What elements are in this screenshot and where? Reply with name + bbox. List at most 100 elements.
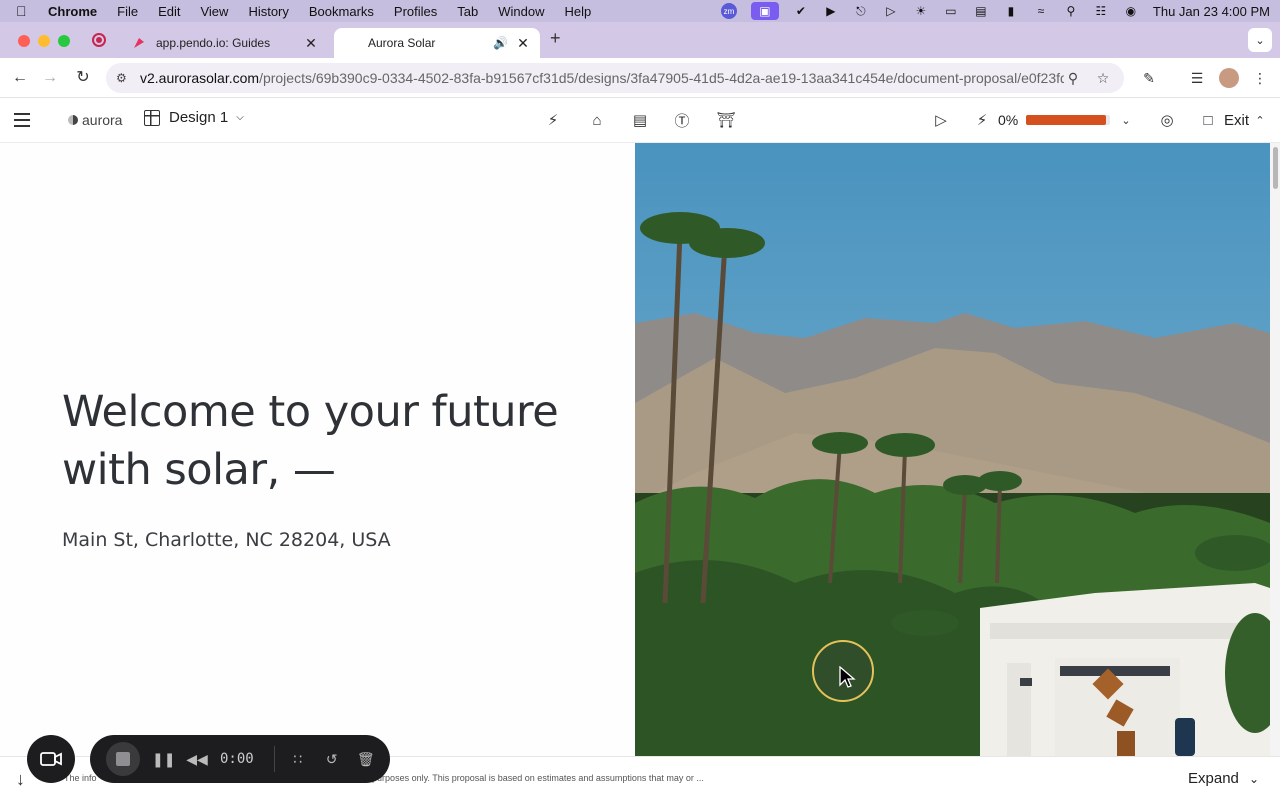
audio-playing-icon[interactable]: 🔊 — [493, 36, 508, 50]
progress-bar-fill — [1026, 115, 1106, 125]
zoom-icon[interactable]: zm — [720, 3, 737, 19]
menu-tab[interactable]: Tab — [457, 4, 478, 19]
minimize-window-button[interactable] — [38, 35, 50, 47]
tab-aurora-solar[interactable]: Aurora Solar 🔊 ✕ — [334, 28, 540, 58]
recording-timer: 0:00 — [220, 751, 254, 767]
apple-icon[interactable]:  — [16, 3, 34, 19]
recording-indicator-icon — [92, 33, 106, 47]
tab-title: app.pendo.io: Guides — [156, 36, 271, 50]
zoom-magnifier-icon[interactable]: ⚲ — [1064, 70, 1082, 87]
exit-button[interactable]: Exit — [1224, 112, 1249, 129]
stop-recording-button[interactable] — [106, 742, 140, 776]
chevron-up-icon[interactable]: ⌃ — [1250, 110, 1270, 130]
clipboard-icon[interactable]: ▤ — [630, 110, 650, 130]
profile-avatar[interactable] — [1219, 68, 1239, 88]
zoom-window-button[interactable] — [58, 35, 70, 47]
home-icon[interactable]: ⌂ — [587, 110, 607, 130]
url-path: /projects/69b390c9-0334-4502-83fa-b91567… — [259, 70, 1064, 86]
kebab-menu-icon[interactable]: ⋮ — [1250, 68, 1270, 88]
design-label: Design 1 — [169, 109, 229, 126]
plug-icon[interactable]: ⚡ — [543, 110, 563, 130]
address-bar[interactable]: ⚙ v2.aurorasolar.com/projects/69b390c9-0… — [106, 63, 1124, 93]
trash-icon[interactable]: 🗑 — [355, 751, 377, 768]
bank-icon[interactable]: ⛩ — [716, 110, 736, 130]
forward-button[interactable]: → — [40, 68, 60, 88]
aurora-logo-text: aurora — [82, 112, 123, 128]
new-tab-button[interactable]: + — [550, 28, 561, 49]
pause-icon[interactable]: ❚❚ — [152, 751, 175, 768]
play-circle-icon[interactable]: ▶ — [823, 4, 839, 18]
control-center-icon[interactable]: ☷ — [1093, 4, 1109, 18]
url-text[interactable]: v2.aurorasolar.com/projects/69b390c9-033… — [140, 70, 1064, 86]
camera-toggle-button[interactable] — [27, 735, 75, 783]
menu-history[interactable]: History — [248, 4, 288, 19]
rewind-icon[interactable]: ◀◀ — [186, 751, 208, 768]
site-settings-icon[interactable]: ⚙ — [116, 71, 132, 85]
play-icon[interactable]: ▷ — [883, 4, 899, 18]
bookmark-star-icon[interactable]: ☆ — [1094, 70, 1112, 87]
display-icon[interactable]: ▭ — [943, 4, 959, 18]
browser-tab-bar: app.pendo.io: Guides ✕ Aurora Solar 🔊 ✕ — [0, 22, 1280, 58]
pendo-favicon-icon — [134, 38, 144, 48]
grid-icon — [144, 109, 160, 126]
menu-edit[interactable]: Edit — [158, 4, 180, 19]
brightness-icon[interactable]: ☀ — [913, 4, 929, 18]
browser-toolbar: ← → ↻ ⚙ v2.aurorasolar.com/projects/69b3… — [0, 58, 1280, 98]
dollar-circle-icon[interactable]: Ⓣ — [672, 110, 692, 130]
menu-view[interactable]: View — [200, 4, 228, 19]
mouse-pointer-icon — [839, 666, 856, 688]
tab-pendo-guides[interactable]: app.pendo.io: Guides ✕ — [122, 28, 328, 58]
page-scrollbar[interactable] — [1270, 143, 1280, 756]
tab-search-button[interactable]: ⌄ — [1248, 28, 1272, 52]
send-icon[interactable]: ▷ — [931, 110, 951, 130]
hero-photo — [635, 143, 1270, 756]
expand-label: Expand — [1188, 770, 1239, 787]
cursor-highlight — [812, 640, 874, 702]
exit-icon[interactable]: □ — [1198, 110, 1218, 130]
checkmark-circle-icon[interactable]: ✔ — [793, 4, 809, 18]
proposal-address: Main St, Charlotte, NC 28204, USA — [62, 529, 391, 551]
back-button[interactable]: ← — [10, 68, 30, 88]
help-lifebuoy-icon[interactable]: ◎ — [1157, 110, 1177, 130]
search-icon[interactable]: ⚲ — [1063, 4, 1079, 18]
card-icon[interactable]: ▤ — [973, 4, 989, 18]
tab-title: Aurora Solar — [368, 36, 436, 50]
design-selector[interactable]: Design 1 ⌵ — [144, 109, 244, 126]
close-tab-icon[interactable]: ✕ — [514, 35, 532, 52]
proposal-headline: Welcome to your future with solar, — — [62, 387, 559, 495]
aurora-logo: aurora — [68, 112, 122, 128]
wifi-icon[interactable]: ≈ — [1033, 4, 1049, 18]
battery-icon[interactable]: ▮ — [1003, 4, 1019, 18]
media-controls-icon[interactable]: ☰ — [1187, 68, 1207, 88]
hamburger-menu-icon[interactable] — [14, 113, 30, 127]
menu-profiles[interactable]: Profiles — [394, 4, 437, 19]
menu-app-name[interactable]: Chrome — [48, 4, 97, 19]
reload-button[interactable]: ↻ — [73, 68, 93, 88]
headphones-icon[interactable]: ⎋ — [853, 4, 869, 18]
chevron-down-icon[interactable]: ⌄ — [1116, 110, 1136, 130]
drag-handle-icon[interactable]: ∷ — [287, 751, 309, 768]
restart-icon[interactable]: ↺ — [321, 751, 343, 768]
screen-share-icon[interactable]: ▣ — [750, 2, 779, 20]
expand-button[interactable]: Expand ⌄ — [1188, 770, 1259, 787]
aurora-logo-mark-icon — [68, 115, 78, 125]
menu-help[interactable]: Help — [565, 4, 592, 19]
siri-icon[interactable]: ◉ — [1123, 4, 1139, 18]
menu-bookmarks[interactable]: Bookmarks — [309, 4, 374, 19]
chevron-down-icon: ⌵ — [236, 112, 244, 123]
extensions-icon[interactable]: ✎ — [1139, 68, 1159, 88]
lightning-icon[interactable]: ⚡ — [972, 110, 992, 130]
desert-house-illustration — [635, 143, 1270, 756]
recording-controls: ❚❚ ◀◀ 0:00 ∷ ↺ 🗑 — [90, 735, 390, 783]
menu-file[interactable]: File — [117, 4, 138, 19]
menubar-clock[interactable]: Thu Jan 23 4:00 PM — [1153, 4, 1270, 19]
progress-percent: 0% — [998, 112, 1019, 128]
url-host: v2.aurorasolar.com — [140, 70, 260, 86]
disclaimer-text-right: tration purposes only. This proposal is … — [344, 773, 704, 783]
scrollbar-thumb[interactable] — [1273, 147, 1278, 189]
menu-window[interactable]: Window — [498, 4, 544, 19]
close-window-button[interactable] — [18, 35, 30, 47]
arrow-down-icon[interactable]: ↓ — [16, 769, 25, 790]
chevron-down-icon: ⌄ — [1249, 772, 1260, 786]
close-tab-icon[interactable]: ✕ — [302, 35, 320, 52]
